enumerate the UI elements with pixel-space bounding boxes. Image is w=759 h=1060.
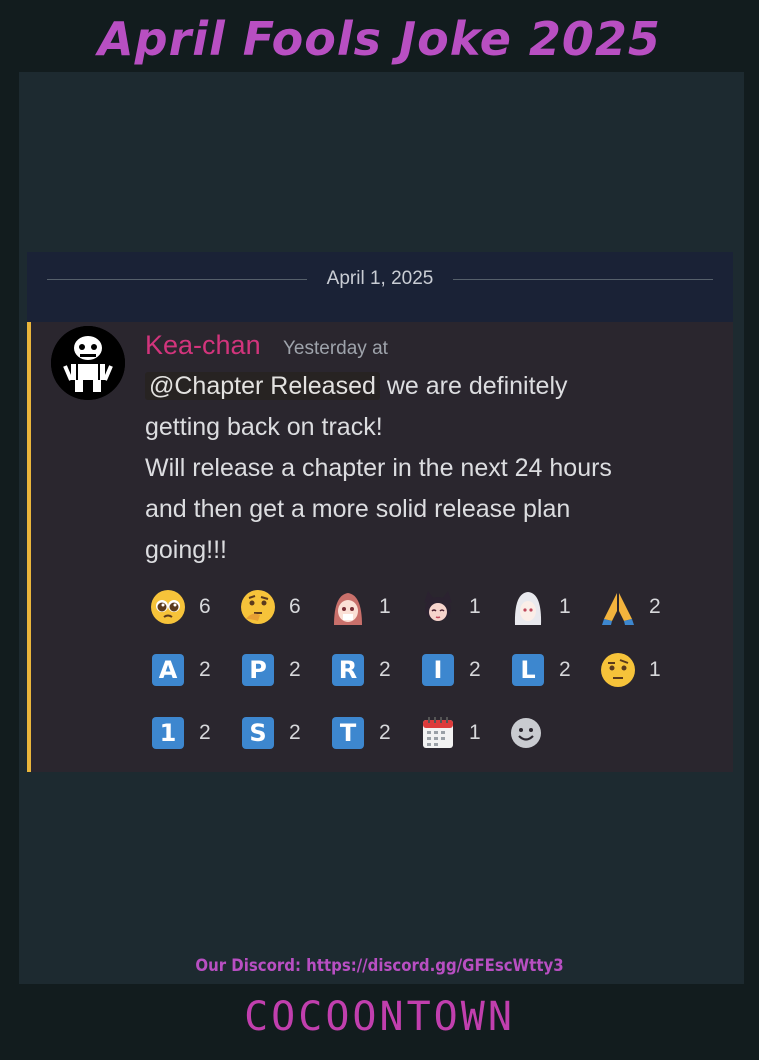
reaction-count: 1 [649, 658, 661, 681]
reaction-folded-hands[interactable]: 2 [599, 586, 661, 628]
regional-s-icon: S [239, 714, 277, 752]
regional-i-icon: I [419, 651, 457, 689]
reaction-regional-s[interactable]: S 2 [239, 712, 301, 754]
anime-cat-ears-sticker-icon [419, 588, 457, 626]
reaction-raised-eyebrow[interactable]: 1 [599, 649, 661, 691]
reaction-thinking[interactable]: 6 [239, 586, 301, 628]
reaction-count: 1 [469, 595, 481, 618]
regional-r-icon: R [329, 651, 367, 689]
reaction-count: 2 [559, 658, 571, 681]
anime-white-hair-sticker-icon [509, 588, 547, 626]
thinking-face-icon [239, 588, 277, 626]
message-line: getting back on track! [145, 413, 383, 441]
reaction-row: 6 6 1 1 1 2 [149, 586, 709, 649]
reaction-keycap-1[interactable]: 1 2 [149, 712, 211, 754]
reaction-count: 2 [199, 721, 211, 744]
message-line: and then get a more solid release plan [145, 495, 571, 523]
message-line: Will release a chapter in the next 24 ho… [145, 454, 612, 482]
reaction-count: 6 [199, 595, 211, 618]
reaction-count: 2 [289, 658, 301, 681]
chat-message: Kea-chan Yesterday at @Chapter Released … [27, 322, 733, 772]
anime-pink-hair-sticker-icon [329, 588, 367, 626]
reaction-regional-i[interactable]: I 2 [419, 649, 481, 691]
page-title: April Fools Joke 2025 [98, 12, 661, 66]
raised-eyebrow-face-icon [599, 651, 637, 689]
regional-l-icon: L [509, 651, 547, 689]
reaction-pleading[interactable]: 6 [149, 586, 211, 628]
reaction-count: 1 [379, 595, 391, 618]
add-reaction-button[interactable] [507, 712, 545, 754]
skeleton-avatar-icon [51, 326, 125, 400]
reaction-count: 2 [289, 721, 301, 744]
add-reaction-icon [507, 714, 545, 752]
message-timestamp: Yesterday at [283, 338, 388, 359]
reaction-count: 6 [289, 595, 301, 618]
message-line: going!!! [145, 536, 228, 564]
regional-t-icon: T [329, 714, 367, 752]
calendar-icon [419, 714, 457, 752]
regional-a-icon: A [149, 651, 187, 689]
reaction-row: A 2 P 2 R 2 I 2 L 2 1 [149, 649, 709, 712]
pleading-face-icon [149, 588, 187, 626]
message-body: @Chapter Released we are definitely gett… [145, 366, 705, 571]
reaction-regional-a[interactable]: A 2 [149, 649, 211, 691]
discord-invite-link[interactable]: Our Discord: https://discord.gg/GFEscWtt… [46, 956, 714, 976]
reaction-count: 2 [379, 721, 391, 744]
reaction-anime-cat[interactable]: 1 [419, 586, 481, 628]
folded-hands-icon [599, 588, 637, 626]
reaction-count: 2 [379, 658, 391, 681]
reaction-calendar[interactable]: 1 [419, 712, 481, 754]
reaction-anime-white[interactable]: 1 [509, 586, 571, 628]
reaction-count: 1 [559, 595, 571, 618]
brand-watermark: COCOONTOWN [244, 994, 515, 1040]
divider-line-right [453, 279, 713, 280]
reaction-anime-pink[interactable]: 1 [329, 586, 391, 628]
reaction-count: 2 [469, 658, 481, 681]
message-line: @Chapter Released we are definitely [145, 366, 705, 407]
reaction-count: 2 [199, 658, 211, 681]
reaction-regional-p[interactable]: P 2 [239, 649, 301, 691]
reaction-count: 1 [469, 721, 481, 744]
reaction-count: 2 [649, 595, 661, 618]
reaction-row: 1 2 S 2 T 2 1 [149, 712, 709, 775]
avatar[interactable] [51, 326, 125, 400]
role-mention[interactable]: @Chapter Released [145, 372, 380, 400]
reaction-regional-t[interactable]: T 2 [329, 712, 391, 754]
regional-p-icon: P [239, 651, 277, 689]
reactions: 6 6 1 1 1 2 A 2 P 2 R 2 I 2 L 2 1 1 2 S … [149, 586, 709, 775]
message-text: we are definitely [386, 372, 568, 400]
reaction-regional-r[interactable]: R 2 [329, 649, 391, 691]
keycap-1-icon: 1 [149, 714, 187, 752]
message-author[interactable]: Kea-chan [145, 330, 261, 361]
reaction-regional-l[interactable]: L 2 [509, 649, 571, 691]
date-divider: April 1, 2025 [27, 252, 733, 322]
